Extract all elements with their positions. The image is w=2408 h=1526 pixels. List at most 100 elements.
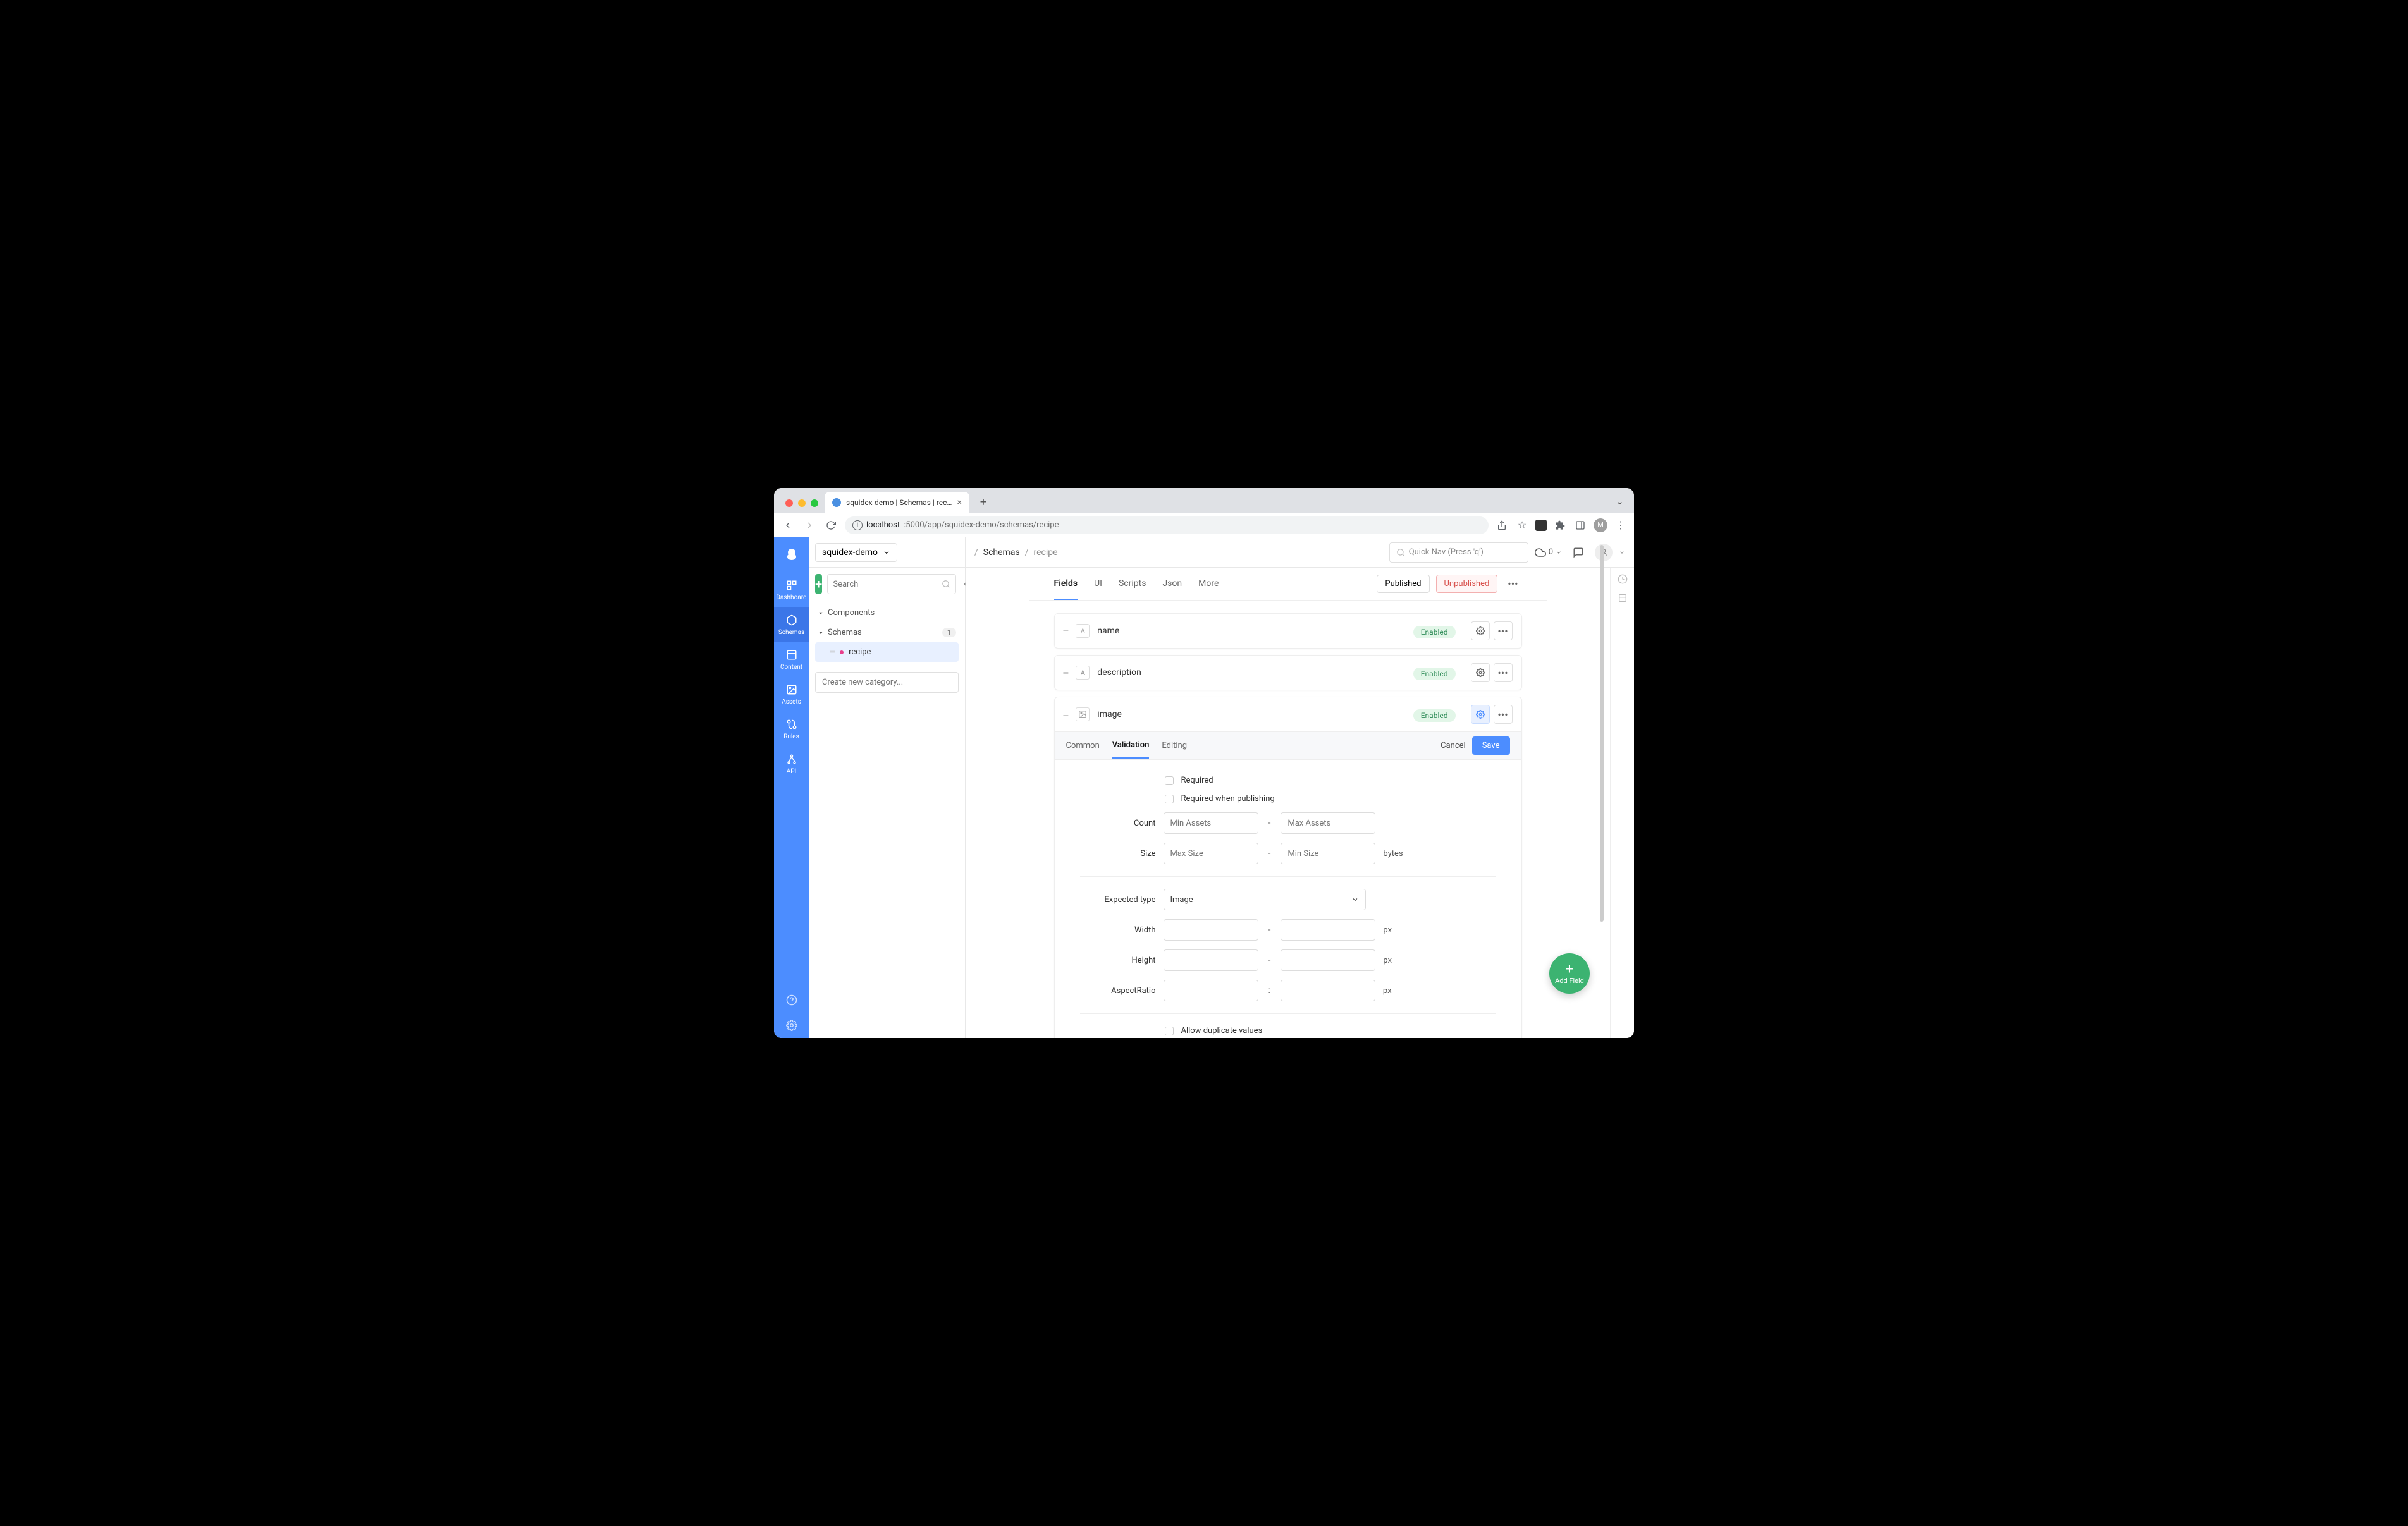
settings-icon[interactable] xyxy=(779,1013,804,1038)
tree-section-components[interactable]: Components xyxy=(815,603,959,623)
reload-button[interactable] xyxy=(823,518,838,533)
max-assets-input[interactable] xyxy=(1281,812,1375,834)
required-checkbox[interactable] xyxy=(1165,776,1174,785)
search-icon xyxy=(1396,548,1405,557)
breadcrumb-schemas[interactable]: Schemas xyxy=(983,547,1020,558)
chevron-down-icon[interactable] xyxy=(1619,549,1625,556)
sidebar-item-schemas[interactable]: Schemas xyxy=(774,607,809,642)
status-badge: Enabled xyxy=(1413,626,1456,638)
field-settings-button[interactable] xyxy=(1471,663,1490,682)
width-min-input[interactable] xyxy=(1164,919,1258,941)
drag-handle-icon[interactable]: ═ xyxy=(1064,627,1069,635)
user-menu[interactable] xyxy=(1595,544,1612,561)
maximize-window-icon[interactable] xyxy=(811,499,818,507)
bookmark-icon[interactable]: ☆ xyxy=(1515,518,1529,532)
field-type-asset-icon xyxy=(1076,707,1090,721)
quick-nav[interactable]: Quick Nav (Press 'q') xyxy=(1389,542,1528,563)
max-size-input[interactable] xyxy=(1164,843,1258,864)
subtab-editing[interactable]: Editing xyxy=(1162,733,1187,758)
aspect-w-input[interactable] xyxy=(1164,980,1258,1001)
create-category-input[interactable] xyxy=(815,672,959,693)
bytes-unit: bytes xyxy=(1383,849,1404,858)
notifications-button[interactable] xyxy=(1568,542,1588,563)
subtab-common[interactable]: Common xyxy=(1066,733,1100,758)
drag-handle-icon[interactable]: ═ xyxy=(1064,711,1069,719)
app-logo-icon[interactable] xyxy=(779,542,804,568)
extension-icon[interactable]: ••• xyxy=(1535,520,1547,531)
caret-down-icon xyxy=(818,630,824,636)
back-button[interactable] xyxy=(780,518,796,533)
drag-handle-icon[interactable]: ═ xyxy=(1064,669,1069,677)
required-label: Required xyxy=(1181,776,1213,785)
px-unit: px xyxy=(1383,925,1404,935)
field-settings-button[interactable] xyxy=(1471,705,1490,724)
add-field-fab[interactable]: + Add Field xyxy=(1549,953,1590,994)
plus-icon: + xyxy=(1566,963,1573,977)
tabs-overflow-icon[interactable]: ⌄ xyxy=(1616,495,1634,513)
sidebar-item-assets[interactable]: Assets xyxy=(774,677,809,712)
address-bar[interactable]: i localhost:5000/app/squidex-demo/schema… xyxy=(845,516,1489,534)
min-assets-input[interactable] xyxy=(1164,812,1258,834)
close-tab-icon[interactable]: × xyxy=(957,497,961,508)
add-schema-button[interactable]: + xyxy=(815,574,822,594)
min-size-input[interactable] xyxy=(1281,843,1375,864)
tab-json[interactable]: Json xyxy=(1162,568,1182,600)
tab-more[interactable]: More xyxy=(1198,568,1219,600)
aspect-ratio-label: AspectRatio xyxy=(1080,986,1156,996)
close-window-icon[interactable] xyxy=(785,499,793,507)
allow-duplicates-checkbox[interactable] xyxy=(1165,1027,1174,1035)
history-icon[interactable] xyxy=(1618,574,1628,584)
sidebar-item-api[interactable]: API xyxy=(774,747,809,781)
minimize-window-icon[interactable] xyxy=(798,499,806,507)
archive-icon[interactable] xyxy=(1618,593,1628,603)
chevron-down-icon xyxy=(1556,549,1562,556)
cancel-button[interactable]: Cancel xyxy=(1440,736,1466,755)
field-more-button[interactable]: ••• xyxy=(1494,621,1513,640)
share-icon[interactable] xyxy=(1495,518,1509,532)
sync-status[interactable]: 0 xyxy=(1535,547,1562,558)
schema-more-menu[interactable]: ••• xyxy=(1504,575,1521,592)
field-settings-button[interactable] xyxy=(1471,621,1490,640)
save-button[interactable]: Save xyxy=(1472,736,1510,755)
search-icon xyxy=(942,580,950,589)
forward-button[interactable] xyxy=(802,518,817,533)
aspect-h-input[interactable] xyxy=(1281,980,1375,1001)
required-publishing-checkbox[interactable] xyxy=(1165,795,1174,803)
profile-avatar[interactable]: M xyxy=(1594,518,1607,532)
sidebar-item-content[interactable]: Content xyxy=(774,642,809,677)
scrollbar[interactable] xyxy=(1600,568,1604,922)
main-content: / Schemas / recipe Quick Nav (Press 'q')… xyxy=(966,537,1634,1038)
schema-count-badge: 1 xyxy=(942,628,956,637)
expected-type-select[interactable]: Image xyxy=(1164,889,1366,910)
height-max-input[interactable] xyxy=(1281,949,1375,971)
published-button[interactable]: Published xyxy=(1377,575,1429,593)
schema-search[interactable] xyxy=(827,574,956,594)
field-more-button[interactable]: ••• xyxy=(1494,705,1513,724)
subtab-validation[interactable]: Validation xyxy=(1112,733,1150,759)
schema-search-input[interactable] xyxy=(833,580,938,589)
field-more-button[interactable]: ••• xyxy=(1494,663,1513,682)
tab-ui[interactable]: UI xyxy=(1094,568,1102,600)
unpublished-button[interactable]: Unpublished xyxy=(1436,575,1498,593)
panel-icon[interactable] xyxy=(1573,518,1587,532)
app-selector[interactable]: squidex-demo xyxy=(815,543,897,562)
width-max-input[interactable] xyxy=(1281,919,1375,941)
browser-chrome: squidex-demo | Schemas | rec… × + ⌄ i lo… xyxy=(774,488,1634,537)
browser-menu-icon[interactable]: ⋮ xyxy=(1614,518,1628,532)
tree-section-schemas[interactable]: Schemas 1 xyxy=(815,623,959,642)
field-name-label: image xyxy=(1097,709,1122,719)
sidebar-item-dashboard[interactable]: Dashboard xyxy=(774,573,809,607)
extensions-puzzle-icon[interactable] xyxy=(1553,518,1567,532)
height-min-input[interactable] xyxy=(1164,949,1258,971)
help-icon[interactable] xyxy=(779,987,804,1013)
tab-fields[interactable]: Fields xyxy=(1054,568,1078,600)
schema-item-recipe[interactable]: ═ recipe xyxy=(815,642,959,662)
new-tab-button[interactable]: + xyxy=(974,493,992,511)
browser-tab[interactable]: squidex-demo | Schemas | rec… × xyxy=(825,492,969,513)
site-info-icon[interactable]: i xyxy=(852,520,863,530)
url-host: localhost xyxy=(866,520,900,530)
sidebar-item-rules[interactable]: Rules xyxy=(774,712,809,747)
drag-handle-icon[interactable]: ═ xyxy=(830,649,835,656)
tab-scripts[interactable]: Scripts xyxy=(1119,568,1146,600)
field-name-label: name xyxy=(1097,626,1119,636)
